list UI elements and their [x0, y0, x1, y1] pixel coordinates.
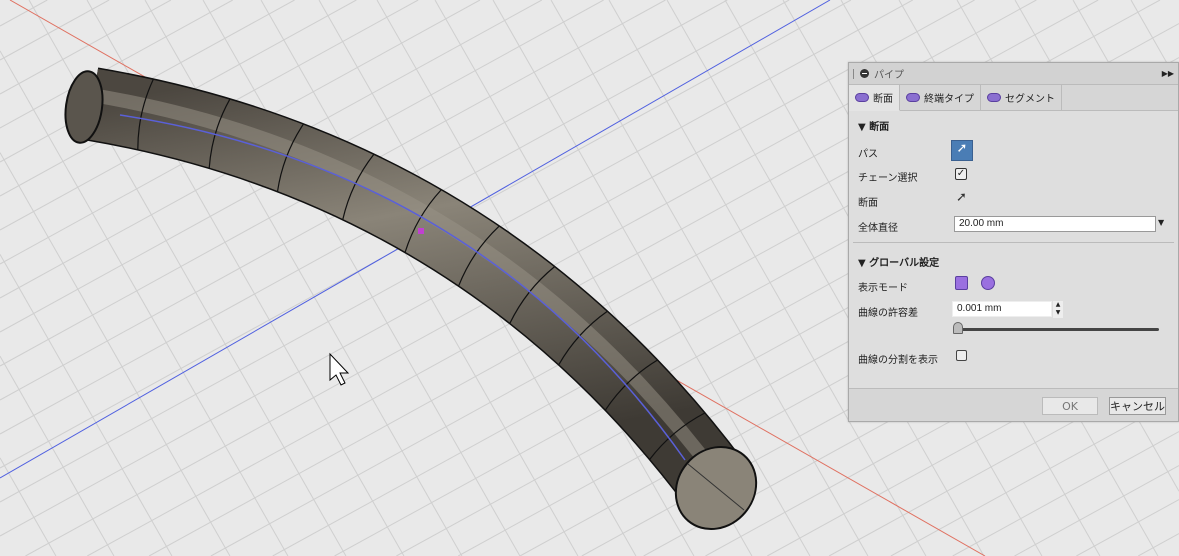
profile-label: 断面: [858, 198, 878, 209]
grid-line: [0, 355, 115, 556]
pipe-dialog: パイプ ▶▶ 断面 終端タイプ セグメント ▼ 断面 パス ➚ チェーン選択 ✓…: [848, 62, 1179, 422]
tab-label: 終端タイプ: [924, 94, 974, 105]
tolerance-slider-handle[interactable]: [953, 322, 963, 334]
display-mode-box-icon[interactable]: [955, 276, 968, 290]
path-label: パス: [858, 149, 878, 160]
tab-section[interactable]: 断面: [849, 85, 900, 111]
grid-line: [144, 0, 463, 556]
tolerance-slider[interactable]: [954, 328, 1159, 331]
tolerance-spinner[interactable]: ▲ ▼: [1053, 301, 1063, 318]
display-mode-label: 表示モード: [858, 283, 908, 294]
grid-line: [0, 0, 110, 61]
ok-button[interactable]: OK: [1042, 397, 1098, 415]
grid-line: [1076, 499, 1179, 556]
grid-line: [0, 254, 173, 556]
grid-line: [1137, 533, 1179, 556]
expand-icon[interactable]: ▶▶: [1162, 69, 1174, 78]
chain-select-label: チェーン選択: [858, 173, 918, 184]
pipe-icon: [987, 93, 1001, 102]
cancel-button[interactable]: キャンセル: [1109, 397, 1166, 415]
pipe-icon: [906, 93, 920, 102]
drag-handle[interactable]: [853, 68, 855, 79]
grid-line: [0, 0, 48, 27]
dialog-titlebar[interactable]: パイプ ▶▶: [849, 63, 1178, 85]
show-divisions-label: 曲線の分割を表示: [858, 355, 938, 366]
display-mode-smooth-icon[interactable]: [981, 276, 995, 290]
tolerance-input[interactable]: 0.001 mm: [952, 301, 1052, 317]
section-title: 断面: [869, 122, 890, 133]
minus-icon[interactable]: [860, 69, 869, 78]
show-divisions-checkbox[interactable]: [956, 350, 967, 361]
tab-label: 断面: [873, 94, 893, 105]
tolerance-label: 曲線の許容差: [858, 308, 918, 319]
profile-select-icon[interactable]: ➚: [956, 190, 967, 205]
tab-end-type[interactable]: 終端タイプ: [900, 85, 981, 110]
grid-line: [0, 152, 231, 556]
dialog-title: パイプ: [874, 70, 904, 81]
tab-label: セグメント: [1005, 94, 1055, 105]
section-header-section[interactable]: ▼ 断面: [849, 111, 1178, 136]
section-header-global[interactable]: ▼ グローバル設定: [849, 247, 939, 272]
diameter-dropdown-icon[interactable]: ▼: [1158, 218, 1164, 227]
section-title: グローバル設定: [869, 258, 940, 269]
path-midpoint-marker: [418, 228, 424, 234]
tab-segment[interactable]: セグメント: [981, 85, 1062, 110]
diameter-input[interactable]: 20.00 mm: [954, 216, 1156, 232]
path-select-button[interactable]: ➚: [951, 140, 973, 161]
diameter-label: 全体直径: [858, 223, 898, 234]
chain-select-checkbox[interactable]: ✓: [955, 168, 967, 180]
grid-line: [952, 431, 1179, 556]
divider: [853, 242, 1174, 243]
grid-line: [1014, 465, 1179, 556]
pipe-icon: [855, 93, 869, 102]
